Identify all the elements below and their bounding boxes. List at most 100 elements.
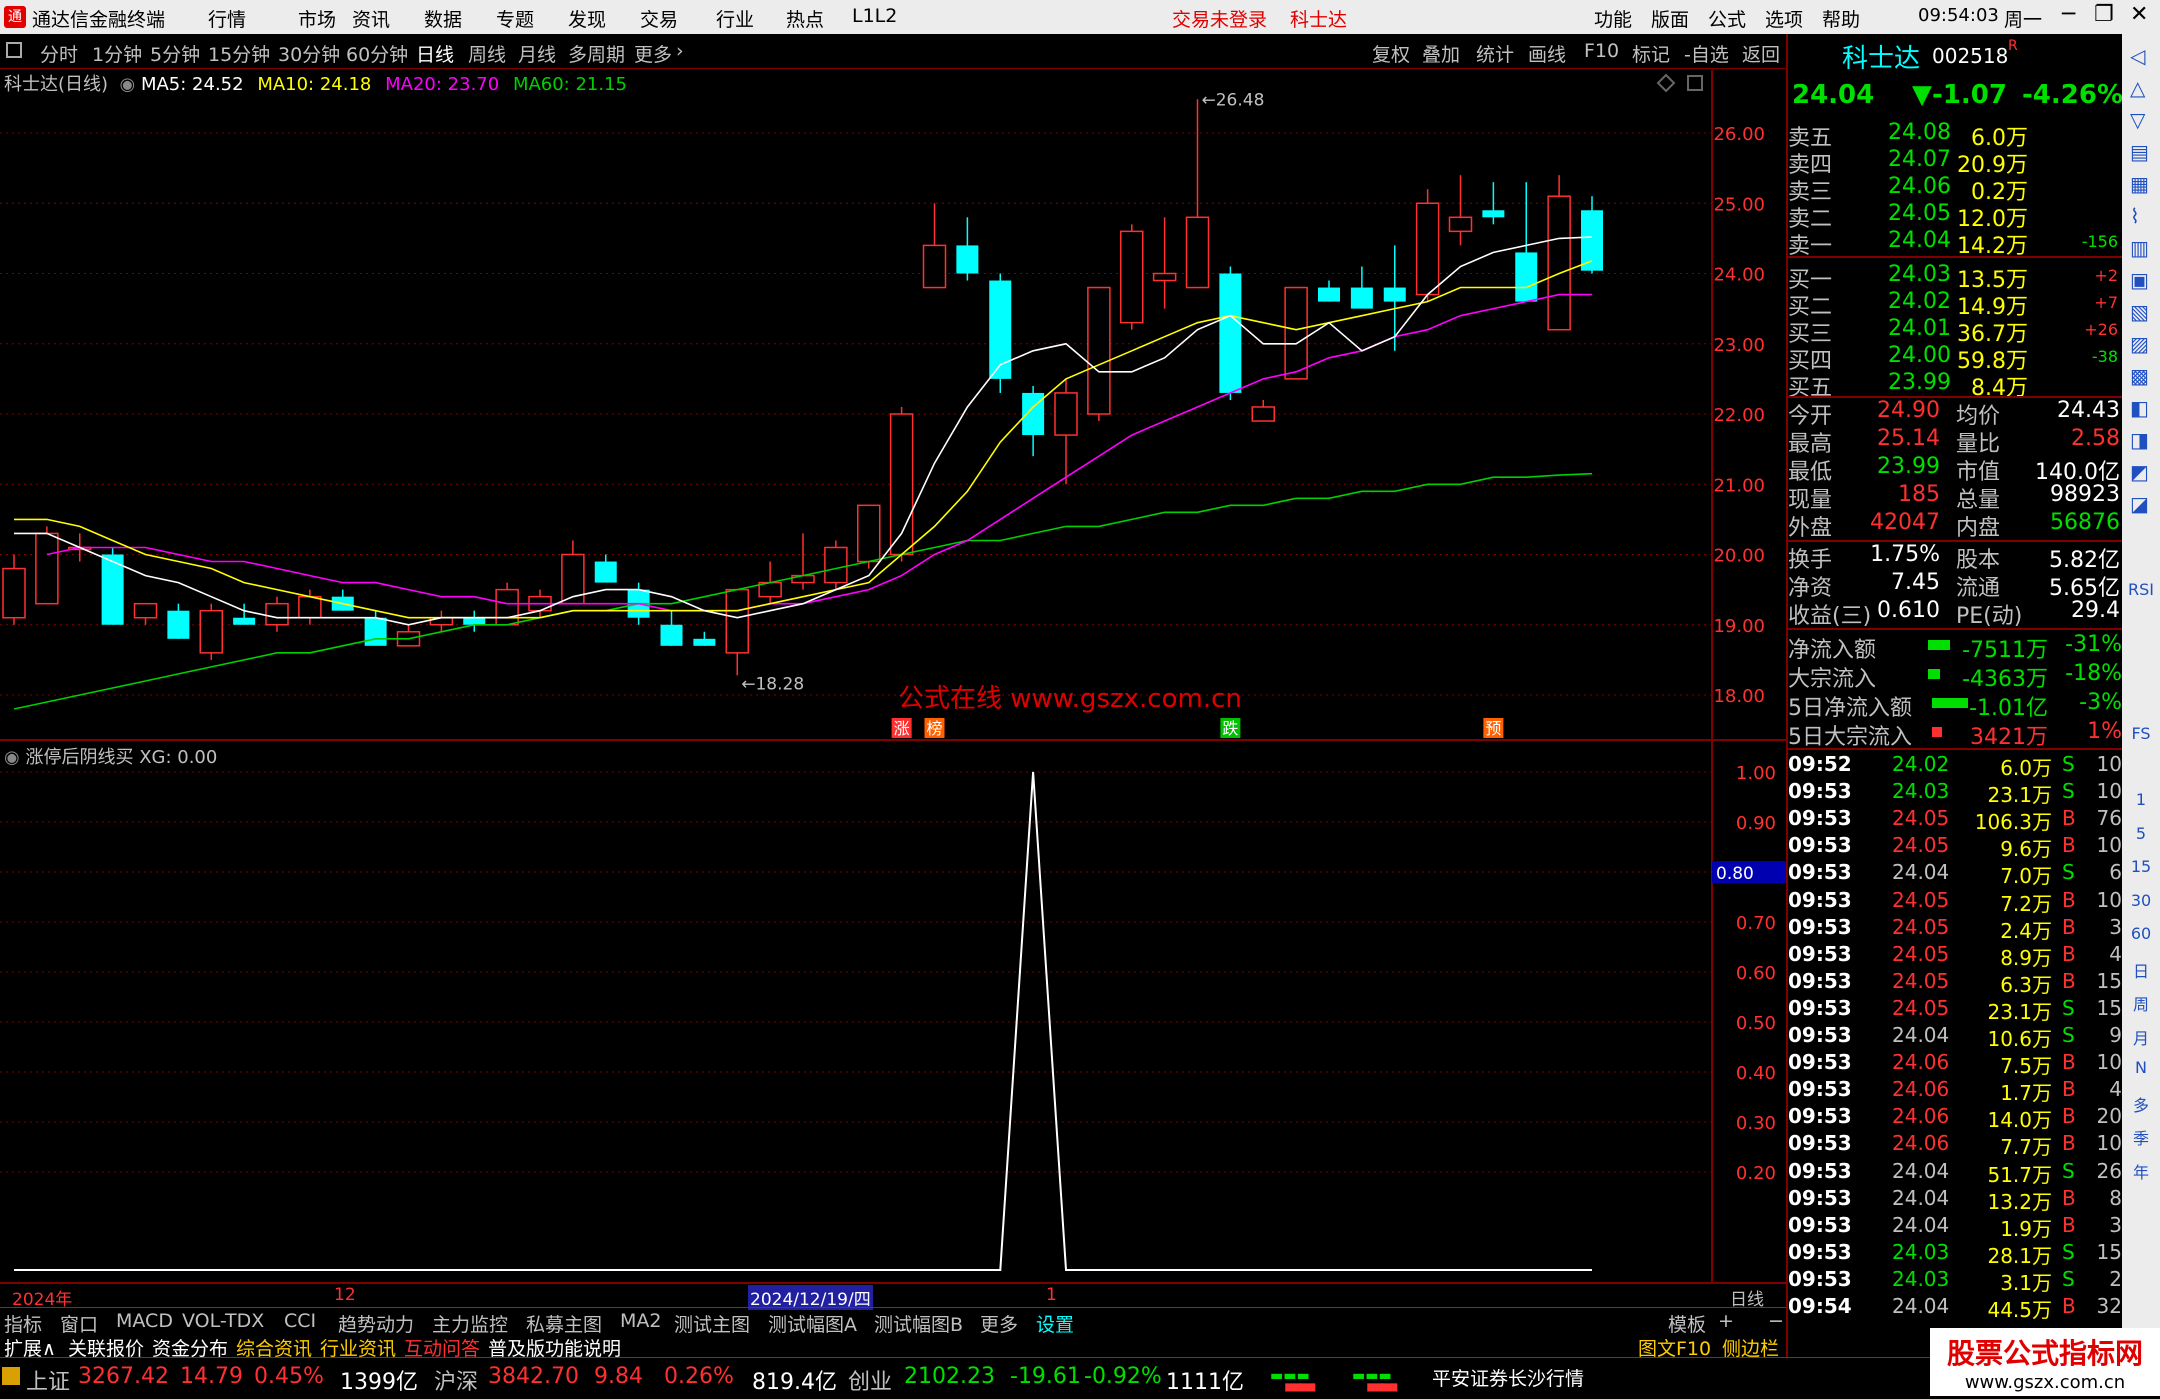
tick-volume: 7.7万	[2000, 1135, 2052, 1160]
side-tool-icon-2[interactable]: ▽	[2130, 108, 2145, 132]
chart-canvas[interactable]: 26.00 25.00 24.00 23.00 22.00 21.00 20.00 19.00…	[0, 70, 1786, 1357]
tool-button-3[interactable]: 画线	[1528, 40, 1566, 67]
tool-button-1[interactable]: 叠加	[1422, 40, 1460, 67]
bottom-tool-2[interactable]: −	[1768, 1310, 1784, 1332]
chart-option-icon	[1687, 75, 1703, 91]
side-tool-icon-1[interactable]: △	[2130, 76, 2145, 100]
side-shortcut-13[interactable]: 年	[2122, 1159, 2160, 1183]
right-menu-item-3[interactable]: 选项	[1765, 5, 1803, 32]
period-tab-9[interactable]: 多周期	[568, 40, 625, 67]
period-tab-7[interactable]: 周线	[468, 40, 506, 67]
close-icon[interactable]: ✕	[2130, 2, 2148, 27]
side-shortcut-8[interactable]: 周	[2122, 991, 2160, 1015]
menu-item-0[interactable]: 行情	[208, 5, 246, 32]
tool-button-4[interactable]: F10	[1584, 40, 1619, 62]
tick-volume: 7.0万	[2000, 864, 2052, 889]
right-menu-item-1[interactable]: 版面	[1651, 5, 1689, 32]
tool-button-5[interactable]: 标记	[1632, 40, 1670, 67]
menu-item-5[interactable]: 发现	[568, 5, 606, 32]
side-tool-icon-12[interactable]: ◨	[2130, 428, 2149, 452]
dropdown-icon[interactable]: ◉	[114, 74, 136, 95]
period-tab-4[interactable]: 30分钟	[278, 40, 340, 67]
tick-volume: 9.6万	[2000, 837, 2052, 862]
tick-side: B	[2062, 1185, 2076, 1210]
side-shortcut-0[interactable]: RSI	[2122, 580, 2160, 599]
side-shortcut-3[interactable]: 5	[2122, 824, 2160, 843]
right-menu-item-4[interactable]: 帮助	[1822, 5, 1860, 32]
side-tool-icon-7[interactable]: ▣	[2130, 268, 2149, 292]
tick-price: 24.05	[1892, 806, 1950, 831]
right-menu-item-2[interactable]: 公式	[1708, 5, 1746, 32]
indicator-tab-4[interactable]: CCI	[284, 1310, 316, 1332]
minimize-icon[interactable]: ─	[2062, 2, 2075, 27]
side-tool-icon-5[interactable]: ⌇	[2130, 204, 2140, 228]
indicator-tab-3[interactable]: VOL-TDX	[182, 1310, 264, 1332]
tick-count: 10	[2096, 887, 2122, 912]
menu-item-4[interactable]: 专题	[496, 5, 534, 32]
side-shortcut-9[interactable]: 月	[2122, 1025, 2160, 1049]
side-shortcut-6[interactable]: 60	[2122, 924, 2160, 943]
menu-item-1[interactable]: 市场	[298, 5, 336, 32]
tool-button-6[interactable]: -自选	[1684, 40, 1729, 67]
tool-button-7[interactable]: 返回	[1742, 40, 1780, 67]
side-shortcut-4[interactable]: 15	[2122, 857, 2160, 876]
more-chevron-icon[interactable]: ›	[676, 40, 684, 62]
side-shortcut-1[interactable]: FS	[2122, 724, 2160, 743]
tool-button-2[interactable]: 统计	[1476, 40, 1514, 67]
period-tab-8[interactable]: 月线	[518, 40, 556, 67]
period-tab-6[interactable]: 日线	[416, 40, 454, 67]
side-tool-icon-3[interactable]: ▤	[2130, 140, 2149, 164]
side-tool-icon-4[interactable]: ▦	[2130, 172, 2149, 196]
market-breadth-icon[interactable]: ▬ ▬ ▬ ▬ ▬	[1270, 1368, 1317, 1399]
bottom-tool-1[interactable]: +	[1718, 1310, 1734, 1332]
menu-item-9[interactable]: L1L2	[852, 5, 897, 27]
side-tool-icon-14[interactable]: ◪	[2130, 492, 2149, 516]
side-shortcut-5[interactable]: 30	[2122, 891, 2160, 910]
period-tab-3[interactable]: 15分钟	[208, 40, 270, 67]
side-tool-icon-6[interactable]: ▥	[2130, 236, 2149, 260]
tick-count: 32	[2096, 1294, 2122, 1318]
indicator-tick-label: 0.30	[1736, 1113, 1776, 1134]
side-shortcut-7[interactable]: 日	[2122, 958, 2160, 982]
indicator-tab-2[interactable]: MACD	[116, 1310, 173, 1332]
period-tab-1[interactable]: 1分钟	[92, 40, 142, 67]
period-tab-0[interactable]: 分时	[40, 40, 78, 67]
indicator-tab-8[interactable]: MA2	[620, 1310, 661, 1332]
quote-delta: -38	[2091, 347, 2118, 366]
divider	[1788, 628, 2124, 630]
restore-icon[interactable]: ❐	[2094, 2, 2114, 27]
period-tab-5[interactable]: 60分钟	[346, 40, 408, 67]
side-shortcut-12[interactable]: 季	[2122, 1125, 2160, 1149]
menu-item-2[interactable]: 资讯	[352, 5, 390, 32]
side-tool-icon-0[interactable]: ◁	[2130, 44, 2145, 68]
right-menu-item-0[interactable]: 功能	[1594, 5, 1632, 32]
menu-item-6[interactable]: 交易	[640, 5, 678, 32]
tool-button-0[interactable]: 复权	[1372, 40, 1410, 67]
menu-item-3[interactable]: 数据	[424, 5, 462, 32]
clock: 09:54:03	[1918, 5, 1999, 26]
market-breadth-icon-2[interactable]: ▬ ▬ ▬ ▬ ▬	[1352, 1368, 1399, 1399]
dropdown-icon[interactable]: ◉	[4, 747, 20, 768]
side-tool-icon-8[interactable]: ▧	[2130, 300, 2149, 324]
chart-panel[interactable]: 26.00 25.00 24.00 23.00 22.00 21.00 20.00 19.00…	[0, 70, 1786, 1357]
sh-icon[interactable]	[2, 1367, 20, 1385]
side-tool-icon-11[interactable]: ◧	[2130, 396, 2149, 420]
period-tab-2[interactable]: 5分钟	[150, 40, 200, 67]
side-shortcut-2[interactable]: 1	[2122, 790, 2160, 809]
tick-price: 24.03	[1892, 1239, 1950, 1264]
side-tool-icon-13[interactable]: ◩	[2130, 460, 2149, 484]
menu-item-7[interactable]: 行业	[716, 5, 754, 32]
side-shortcut-11[interactable]: 多	[2122, 1092, 2160, 1116]
ma20-line	[46, 293, 1592, 612]
side-tool-icon-9[interactable]: ▨	[2130, 332, 2149, 356]
tick-time: 09:53	[1788, 995, 1852, 1020]
side-shortcut-10[interactable]: N	[2122, 1058, 2160, 1077]
login-status[interactable]: 交易未登录	[1172, 5, 1267, 32]
period-tab-10[interactable]: 更多	[634, 40, 672, 67]
panel-toggle-icon[interactable]	[6, 42, 22, 58]
tick-price: 24.03	[1892, 1266, 1950, 1291]
side-tool-icon-10[interactable]: ▩	[2130, 364, 2149, 388]
menu-item-8[interactable]: 热点	[786, 5, 824, 32]
candle-body	[1251, 406, 1275, 422]
tick-count: 10	[2096, 1131, 2122, 1156]
